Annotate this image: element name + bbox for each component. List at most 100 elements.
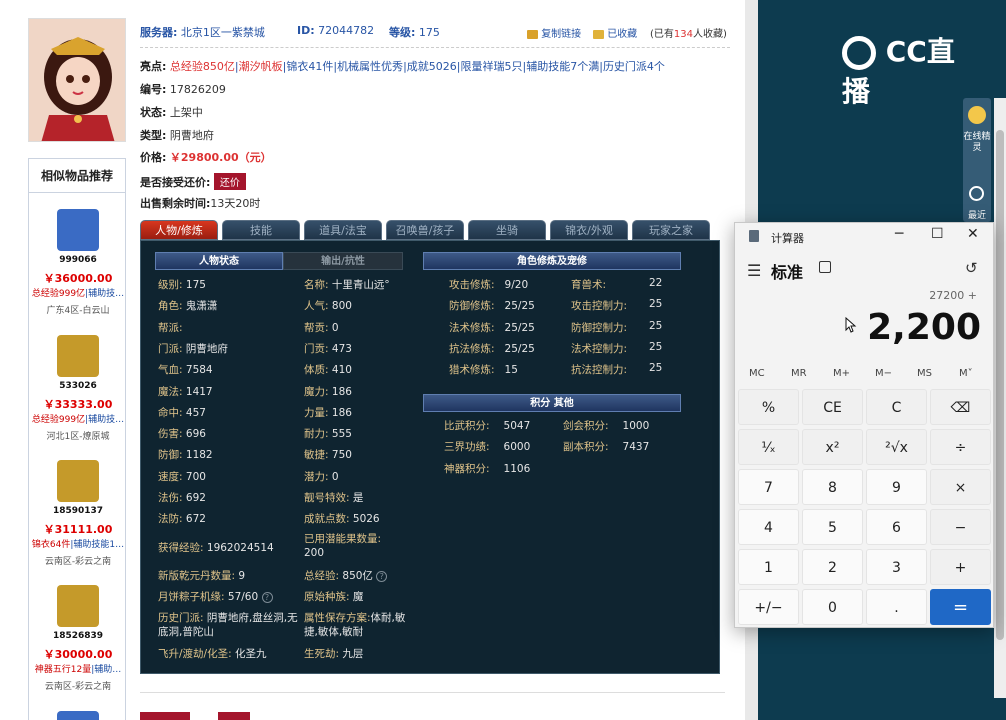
- points-value: 1000: [622, 420, 650, 432]
- tab-home[interactable]: 玩家之家: [632, 220, 710, 240]
- calculator-key[interactable]: 0: [802, 589, 863, 625]
- copy-link-button[interactable]: 复制链接: [527, 25, 581, 40]
- keep-on-top-icon[interactable]: [819, 261, 831, 273]
- memory-button[interactable]: MC: [749, 368, 765, 379]
- stat-field: 法防: 672: [158, 511, 206, 526]
- life-tribulation-label: 生死劫:: [304, 648, 340, 660]
- collect-button[interactable]: 已收藏: [593, 25, 637, 40]
- history-sects-label: 历史门派:: [158, 612, 204, 624]
- status-label: 状态:: [140, 106, 167, 119]
- menu-icon[interactable]: ☰: [747, 261, 761, 280]
- control-value: 25: [649, 362, 663, 375]
- type-label: 类型:: [140, 129, 167, 142]
- calculator-key[interactable]: 8: [802, 469, 863, 505]
- calculator-key[interactable]: ²√x: [866, 429, 927, 465]
- stat-value: 700: [185, 470, 206, 483]
- similar-item-thumbnail-icon[interactable]: [57, 585, 99, 627]
- similar-item-thumbnail-icon[interactable]: [57, 711, 99, 720]
- stat-field: 人气: 800: [304, 298, 352, 313]
- points-field: 副本积分: 7437: [563, 439, 649, 454]
- calculator-key[interactable]: ⌫: [930, 389, 991, 425]
- memory-button[interactable]: M−: [875, 368, 892, 379]
- maximize-button[interactable]: ☐: [931, 226, 944, 242]
- calculator-key[interactable]: ¹⁄ₓ: [738, 429, 799, 465]
- calculator-key[interactable]: 3: [866, 549, 927, 585]
- calculator-key[interactable]: =: [930, 589, 991, 625]
- tab-outfits[interactable]: 锦衣/外观: [550, 220, 628, 240]
- char-status-header[interactable]: 人物状态: [155, 252, 283, 270]
- memory-button[interactable]: M+: [833, 368, 850, 379]
- tab-bar: 人物/修炼 技能 道具/法宝 召唤兽/孩子 坐骑 锦衣/外观 玩家之家: [140, 220, 715, 240]
- points-field: 神器积分: 1106: [444, 461, 530, 476]
- control-label: 防御控制力:: [571, 321, 628, 334]
- similar-item-desc-red: 总经验999亿: [31, 289, 86, 299]
- close-button[interactable]: ✕: [967, 226, 979, 242]
- similar-item-id: 533026: [59, 381, 97, 391]
- tab-mounts[interactable]: 坐骑: [468, 220, 546, 240]
- calculator-key[interactable]: −: [930, 509, 991, 545]
- minimize-button[interactable]: ─: [895, 226, 903, 242]
- control-field: 抗法控制力:: [571, 362, 627, 377]
- copy-link-label: 复制链接: [541, 29, 582, 40]
- similar-item-thumbnail-icon[interactable]: [57, 209, 99, 251]
- similar-item-thumbnail-icon[interactable]: [57, 335, 99, 377]
- memory-button[interactable]: MR: [791, 368, 807, 379]
- calculator-key[interactable]: 9: [866, 469, 927, 505]
- similar-item-thumbnail-icon[interactable]: [57, 460, 99, 502]
- calculator-key[interactable]: CE: [802, 389, 863, 425]
- similar-item-server: 广东4区-白云山: [46, 306, 110, 316]
- tab-character[interactable]: 人物/修炼: [140, 220, 218, 240]
- calculator-key[interactable]: x²: [802, 429, 863, 465]
- stream-scrollbar[interactable]: [994, 98, 1006, 698]
- calculator-key[interactable]: +: [930, 549, 991, 585]
- calculator-key[interactable]: 1: [738, 549, 799, 585]
- cultivation-value: 25/25: [504, 300, 535, 313]
- online-sprite-label[interactable]: 在线精灵: [963, 132, 991, 154]
- stat-value: 410: [331, 364, 352, 377]
- number-label: 编号:: [140, 83, 167, 96]
- calculator-key[interactable]: 2: [802, 549, 863, 585]
- recent-label[interactable]: 最近: [963, 208, 991, 221]
- highlight-item: 辅助技能7个满: [526, 60, 600, 73]
- calculator-key[interactable]: C: [866, 389, 927, 425]
- tab-items[interactable]: 道具/法宝: [304, 220, 382, 240]
- output-header[interactable]: 输出/抗性: [283, 252, 403, 270]
- calculator-key[interactable]: 5: [802, 509, 863, 545]
- calculator-key[interactable]: 7: [738, 469, 799, 505]
- mooncake-field: 月饼粽子机缘: 57/60 ?: [158, 589, 273, 604]
- potential-field: 已用潜能果数量: 200: [304, 532, 414, 560]
- similar-item-desc-blue: |辅助技能1…: [70, 540, 125, 550]
- calculator-key[interactable]: %: [738, 389, 799, 425]
- collect-count-prefix: (已有: [650, 29, 674, 40]
- clock-icon[interactable]: [969, 186, 984, 201]
- control-field: 攻击控制力:: [571, 298, 627, 313]
- memory-button[interactable]: MS: [917, 368, 932, 379]
- bargain-button[interactable]: 还价: [213, 173, 246, 190]
- bottom-button[interactable]: [140, 712, 190, 720]
- calculator-key[interactable]: 4: [738, 509, 799, 545]
- bottom-button[interactable]: [218, 712, 250, 720]
- stat-value: 0: [331, 321, 339, 334]
- calculator-app-icon: [749, 230, 759, 242]
- stat-label: 级别:: [158, 279, 183, 291]
- id-label: ID:: [297, 24, 315, 37]
- similar-items-title: 相似物品推荐: [29, 159, 125, 193]
- level-label: 等级:: [389, 26, 416, 39]
- tab-skills[interactable]: 技能: [222, 220, 300, 240]
- history-icon[interactable]: ↺: [965, 259, 978, 277]
- tab-pets[interactable]: 召唤兽/孩子: [386, 220, 464, 240]
- id-value: 72044782: [318, 24, 375, 37]
- divider: [140, 692, 725, 693]
- scrollbar-thumb[interactable]: [996, 130, 1004, 640]
- calculator-key[interactable]: 6: [866, 509, 927, 545]
- calculator-key[interactable]: ÷: [930, 429, 991, 465]
- sprite-icon[interactable]: [968, 106, 986, 124]
- stat-label: 体质:: [304, 364, 329, 377]
- similar-item-desc-blue: |辅助技…: [85, 289, 125, 299]
- calculator-key[interactable]: +/−: [738, 589, 799, 625]
- memory-button[interactable]: M˅: [959, 368, 973, 379]
- calculator-key[interactable]: .: [866, 589, 927, 625]
- calculator-key[interactable]: ×: [930, 469, 991, 505]
- help-icon[interactable]: ?: [261, 591, 273, 603]
- help-icon[interactable]: ?: [376, 570, 388, 582]
